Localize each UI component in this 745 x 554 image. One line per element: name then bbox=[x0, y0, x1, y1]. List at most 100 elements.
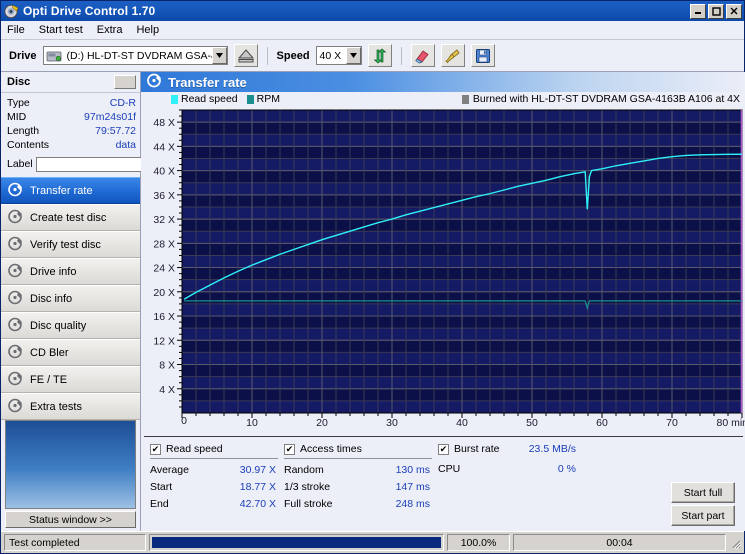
disc-indicator bbox=[114, 75, 136, 89]
elapsed-time: 00:04 bbox=[513, 534, 726, 551]
menu-extra[interactable]: Extra bbox=[97, 24, 123, 36]
window-title: Opti Drive Control 1.70 bbox=[23, 4, 156, 18]
disc-info-row: Type CD-R bbox=[7, 96, 136, 110]
stat-key: 1/3 stroke bbox=[284, 481, 331, 493]
disc-info-row: Contents data bbox=[7, 138, 136, 152]
stat-key: Start bbox=[150, 481, 173, 493]
resize-grip-icon[interactable] bbox=[729, 537, 742, 549]
status-message: Test completed bbox=[4, 534, 146, 551]
sidebar-item-label: Disc quality bbox=[30, 319, 87, 332]
svg-text:16 X: 16 X bbox=[153, 311, 175, 323]
annotation-label: Burned with HL-DT-ST DVDRAM GSA-4163B A1… bbox=[472, 93, 740, 105]
disc-contents-label: Contents bbox=[7, 139, 50, 151]
action-buttons: Start full Start part bbox=[671, 482, 735, 526]
disc-mid-label: MID bbox=[7, 111, 27, 123]
sidebar-item-cd-bler[interactable]: CD Bler bbox=[1, 339, 140, 366]
disc-test-icon bbox=[8, 182, 23, 200]
svg-text:40: 40 bbox=[456, 417, 468, 429]
chart-canvas: 4 X 8 X 12 X 16 X 20 X 24 X 28 X 32 X 36 X 40 X 44… bbox=[153, 109, 745, 429]
stat-key: CPU bbox=[438, 463, 461, 475]
access-times-checkbox[interactable]: ✔ bbox=[284, 443, 295, 455]
svg-text:28 X: 28 X bbox=[153, 238, 175, 250]
drive-icon bbox=[46, 49, 62, 63]
svg-text:8 X: 8 X bbox=[159, 360, 175, 372]
svg-text:30: 30 bbox=[386, 417, 398, 429]
disc-panel: Disc Type CD-R MID 97m24s01f Length 79:5… bbox=[1, 72, 241, 177]
eject-button[interactable] bbox=[233, 44, 258, 67]
burst-rate-check-label: Burst rate bbox=[454, 443, 500, 455]
access-times-stats: ✔ Access times Random 130 ms 1/3 stroke … bbox=[284, 443, 432, 513]
chevron-down-icon[interactable] bbox=[211, 47, 227, 64]
svg-text:44 X: 44 X bbox=[153, 141, 175, 153]
read-speed-checkbox[interactable]: ✔ bbox=[150, 443, 161, 455]
read-speed-check-label: Read speed bbox=[166, 443, 223, 455]
disc-test-icon bbox=[8, 236, 23, 254]
transfer-rate-chart: 4 X 8 X 12 X 16 X 20 X 24 X 28 X 32 X 36 X 40 X 44… bbox=[141, 106, 745, 436]
stat-key: End bbox=[150, 498, 169, 510]
refresh-button[interactable] bbox=[367, 44, 392, 67]
sidebar-item-create-test-disc[interactable]: Create test disc bbox=[1, 204, 140, 231]
drive-value: (D:) HL-DT-ST DVDRAM GSA-4163B A10¦ bbox=[66, 49, 212, 62]
content-area: Transfer rate Read speed RPM Burned with… bbox=[141, 72, 745, 531]
sidebar-item-extra-tests[interactable]: Extra tests bbox=[1, 393, 140, 420]
start-part-button[interactable]: Start part bbox=[671, 505, 735, 526]
burst-rate-check-row: ✔ Burst rate 23.5 MB/s bbox=[438, 443, 578, 458]
access-times-check-label: Access times bbox=[300, 443, 362, 455]
stat-key: Average bbox=[150, 464, 189, 476]
progress-bar bbox=[149, 534, 444, 551]
disc-test-icon bbox=[8, 371, 23, 389]
svg-text:50: 50 bbox=[526, 417, 538, 429]
toolbar-separator bbox=[266, 46, 268, 65]
svg-text:36 X: 36 X bbox=[153, 190, 175, 202]
eraser-button[interactable] bbox=[410, 44, 435, 67]
stat-row: Start 18.77 X bbox=[150, 479, 278, 496]
status-window-pane bbox=[5, 420, 136, 509]
disc-label-caption: Label bbox=[7, 158, 33, 170]
speed-select[interactable]: 40 X bbox=[315, 46, 362, 65]
legend-item-rpm: RPM bbox=[246, 93, 280, 105]
legend-label: Read speed bbox=[181, 93, 238, 105]
sidebar-item-label: FE / TE bbox=[30, 373, 68, 386]
burst-rate-stats: ✔ Burst rate 23.5 MB/s CPU 0 % bbox=[438, 443, 578, 513]
speed-value: 40 X bbox=[319, 49, 342, 62]
sidebar-item-disc-quality[interactable]: Disc quality bbox=[1, 312, 140, 339]
drive-select[interactable]: (D:) HL-DT-ST DVDRAM GSA-4163B A10¦ bbox=[42, 46, 228, 65]
save-button[interactable] bbox=[470, 44, 495, 67]
status-window-button[interactable]: Status window >> bbox=[5, 511, 136, 528]
progress-track bbox=[152, 537, 441, 548]
minimize-button[interactable] bbox=[690, 3, 706, 19]
stat-key: Random bbox=[284, 464, 324, 476]
sidebar-item-drive-info[interactable]: Drive info bbox=[1, 258, 140, 285]
svg-text:24 X: 24 X bbox=[153, 263, 175, 275]
sidebar-item-label: Create test disc bbox=[30, 211, 107, 224]
main-area: Disc Type CD-R MID 97m24s01f Length 79:5… bbox=[1, 72, 745, 531]
chart-annotation: Burned with HL-DT-ST DVDRAM GSA-4163B A1… bbox=[461, 93, 740, 105]
brush-button[interactable] bbox=[440, 44, 465, 67]
menu-start-test[interactable]: Start test bbox=[39, 24, 83, 36]
access-times-check-row: ✔ Access times bbox=[284, 443, 432, 459]
maximize-button[interactable] bbox=[708, 3, 724, 19]
chevron-down-icon[interactable] bbox=[345, 47, 361, 64]
sidebar-item-fe-te[interactable]: FE / TE bbox=[1, 366, 140, 393]
menu-file[interactable]: File bbox=[7, 24, 25, 36]
svg-text:60: 60 bbox=[596, 417, 608, 429]
stat-row: CPU 0 % bbox=[438, 461, 578, 478]
toolbar: Drive (D:) HL-DT-ST DVDRAM GSA-4163B A10… bbox=[1, 40, 744, 72]
sidebar-item-label: Transfer rate bbox=[30, 184, 93, 197]
stat-row: 1/3 stroke 147 ms bbox=[284, 479, 432, 496]
sidebar-item-disc-info[interactable]: Disc info bbox=[1, 285, 140, 312]
menu-help[interactable]: Help bbox=[136, 24, 159, 36]
sidebar-item-transfer-rate[interactable]: Transfer rate bbox=[1, 177, 140, 204]
burst-rate-checkbox[interactable]: ✔ bbox=[438, 443, 449, 455]
close-button[interactable] bbox=[726, 3, 742, 19]
disc-type-label: Type bbox=[7, 97, 30, 109]
sidebar: Disc Type CD-R MID 97m24s01f Length 79:5… bbox=[1, 72, 241, 531]
svg-text:80 min: 80 min bbox=[716, 417, 745, 429]
svg-text:48 X: 48 X bbox=[153, 117, 175, 129]
sidebar-item-verify-test-disc[interactable]: Verify test disc bbox=[1, 231, 140, 258]
start-full-button[interactable]: Start full bbox=[671, 482, 735, 503]
sidebar-item-label: Extra tests bbox=[30, 400, 82, 413]
disc-contents-value: data bbox=[115, 139, 136, 151]
legend-label: RPM bbox=[256, 93, 280, 105]
read-speed-stats: ✔ Read speed Average 30.97 X Start 18.77… bbox=[150, 443, 278, 513]
